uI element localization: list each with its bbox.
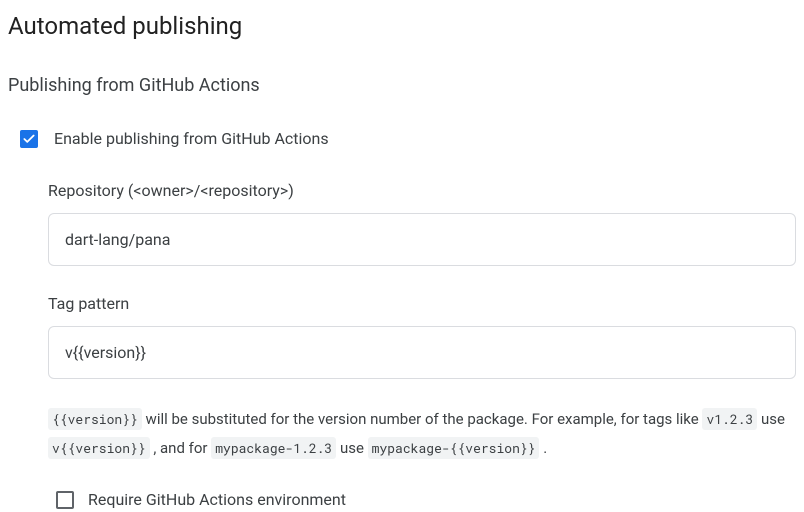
help-code-pattern2: mypackage-{{version}} — [368, 437, 540, 459]
help-code-version: {{version}} — [48, 408, 142, 430]
repository-label: Repository (<owner>/<repository>) — [48, 179, 796, 203]
page-title: Automated publishing — [8, 8, 796, 44]
tag-pattern-label: Tag pattern — [48, 292, 796, 316]
help-text-span: use — [757, 410, 785, 428]
settings-block: Repository (<owner>/<repository>) Tag pa… — [48, 179, 796, 512]
help-text-span: will be substituted for the version numb… — [142, 410, 703, 428]
help-text-span: . — [539, 439, 547, 457]
help-text-span: use — [336, 439, 367, 457]
enable-publishing-row: Enable publishing from GitHub Actions — [8, 127, 796, 151]
help-code-pattern1: v{{version}} — [48, 437, 150, 459]
tag-pattern-help: {{version}} will be substituted for the … — [48, 405, 796, 462]
tag-pattern-input[interactable] — [48, 326, 796, 379]
section-title: Publishing from GitHub Actions — [8, 72, 796, 99]
enable-publishing-checkbox[interactable] — [20, 130, 38, 148]
require-env-row: Require GitHub Actions environment — [56, 488, 796, 512]
help-text-span: , and for — [150, 439, 212, 457]
help-code-example2: mypackage-1.2.3 — [211, 437, 336, 459]
enable-publishing-label: Enable publishing from GitHub Actions — [54, 127, 329, 151]
repository-input[interactable] — [48, 213, 796, 266]
require-env-label: Require GitHub Actions environment — [88, 488, 346, 512]
help-code-example1: v1.2.3 — [702, 408, 757, 430]
checkmark-icon — [22, 132, 36, 146]
require-env-checkbox[interactable] — [56, 491, 74, 509]
